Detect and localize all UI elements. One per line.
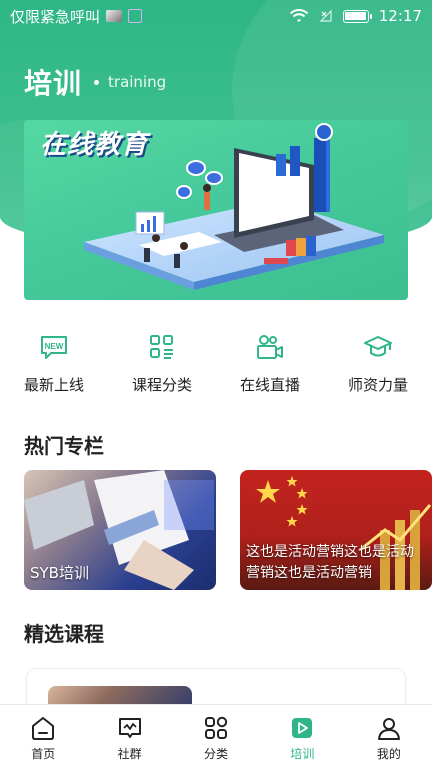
no-signal-icon <box>319 9 332 22</box>
status-right: 12:17 <box>289 7 422 25</box>
battery-icon <box>342 9 372 23</box>
title-separator-dot <box>94 79 100 85</box>
page-title-text: 培训 <box>24 67 83 100</box>
new-badge-text: NEW <box>45 342 64 351</box>
wifi-icon <box>289 9 308 22</box>
quick-entry-label: 最新上线 <box>23 376 84 394</box>
gallery-notification-icon <box>128 9 143 23</box>
tab-category[interactable]: 分类 <box>173 705 259 768</box>
tab-community[interactable]: 社群 <box>86 705 172 768</box>
tab-label: 分类 <box>204 747 229 761</box>
graduation-cap-icon <box>364 336 392 357</box>
quick-entries: NEW 最新上线 课程分类 在线直播 师资力量 <box>0 330 432 400</box>
bottom-tab-bar: 首页 社群 分类 培训 我的 <box>0 704 432 768</box>
category-list-icon <box>150 335 173 359</box>
tab-mine[interactable]: 我的 <box>346 705 432 768</box>
hot-column-caption: SYB培训 <box>30 564 89 582</box>
new-badge-icon: NEW <box>41 336 67 359</box>
tab-training[interactable]: 培训 <box>259 705 345 768</box>
grid-icon <box>205 716 228 739</box>
live-camera-icon <box>257 335 283 359</box>
quick-entry-label: 在线直播 <box>239 376 300 394</box>
page-title: 培训 training <box>24 62 166 102</box>
carrier-text: 仅限紧急呼叫 <box>10 7 101 26</box>
quick-entry-live[interactable]: 在线直播 <box>216 330 324 400</box>
quick-entry-category[interactable]: 课程分类 <box>108 330 216 400</box>
community-icon <box>118 718 141 738</box>
featured-title: 精选课程 <box>24 622 104 646</box>
status-carrier: 仅限紧急呼叫 <box>10 6 289 27</box>
tab-label: 社群 <box>117 747 142 761</box>
quick-entry-label: 师资力量 <box>347 376 408 394</box>
home-icon <box>32 717 55 740</box>
banner-headline: 在线教育 <box>40 130 149 160</box>
status-time: 12:17 <box>378 7 422 25</box>
play-icon <box>292 718 313 738</box>
image-notification-icon <box>106 10 123 22</box>
quick-entry-teachers[interactable]: 师资力量 <box>324 330 432 400</box>
page-subtitle: training <box>108 73 167 91</box>
quick-entry-new[interactable]: NEW 最新上线 <box>0 330 108 400</box>
tab-label: 我的 <box>376 747 401 761</box>
quick-entry-label: 课程分类 <box>131 376 192 394</box>
hot-columns-title: 热门专栏 <box>24 434 104 458</box>
hot-column-card[interactable]: SYB培训 <box>24 470 216 590</box>
hot-column-caption: 这也是活动营销这也是活动营销这也是活动营销 <box>246 544 414 581</box>
hot-column-card[interactable]: 这也是活动营销这也是活动营销这也是活动营销 <box>240 470 432 590</box>
tab-home[interactable]: 首页 <box>0 705 86 768</box>
user-icon <box>377 718 400 740</box>
tab-label: 首页 <box>31 747 56 761</box>
status-bar: 仅限紧急呼叫 12:17 <box>0 0 432 32</box>
tab-label: 培训 <box>290 747 315 761</box>
banner[interactable]: 在线教育 <box>24 120 408 300</box>
